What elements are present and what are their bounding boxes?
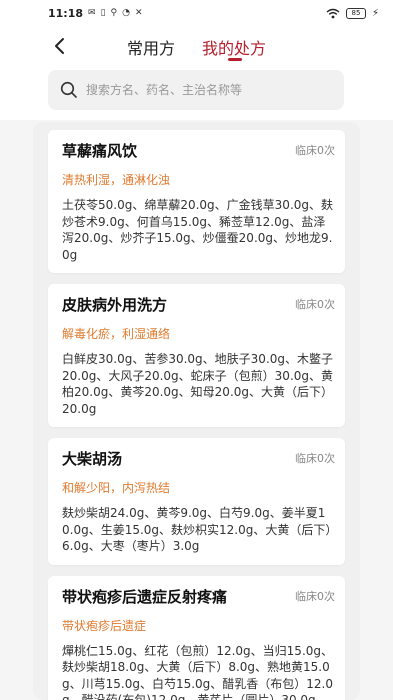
top-navigation: 常用方 我的处方 — [0, 26, 393, 66]
prescription-title: 大柴胡汤 — [62, 450, 123, 468]
status-left: 11:18 ✉ ▯ ⚲ ◔ ✕ — [48, 7, 143, 20]
search-icon — [60, 81, 77, 98]
prescription-title: 带状疱疹后遗症反射疼痛 — [62, 587, 228, 606]
charging-icon: ⚡ — [371, 7, 379, 19]
search-input[interactable] — [86, 83, 326, 97]
prescription-card[interactable]: 草薢痛风饮 临床0次 清热利湿，通淋化浊 土茯苓50.0g、绵草薢20.0g、广… — [48, 130, 345, 273]
prescription-card[interactable]: 皮肤病外用洗方 临床0次 解毒化瘀，利湿通络 白鲜皮30.0g、苦参30.0g、… — [48, 284, 345, 427]
prescription-title: 草薢痛风饮 — [62, 142, 138, 160]
prescription-ingredients: 燀桃仁15.0g、红花（包煎）12.0g、当归15.0g、麸炒柴胡18.0g、大… — [62, 643, 334, 700]
prescription-effect: 解毒化瘀，利湿通络 — [62, 327, 171, 341]
chevron-left-icon — [55, 38, 64, 54]
prescription-list: 草薢痛风饮 临床0次 清热利湿，通淋化浊 土茯苓50.0g、绵草薢20.0g、广… — [33, 122, 360, 700]
usb-icon: ⚲ — [110, 8, 118, 18]
clinical-count: 临床0次 — [295, 452, 335, 465]
search-bar[interactable] — [48, 70, 344, 110]
status-time: 11:18 — [48, 6, 84, 20]
card-header: 草薢痛风饮 临床0次 — [62, 140, 335, 162]
prescription-title: 皮肤病外用洗方 — [62, 296, 168, 314]
battery-icon: 85 — [345, 7, 366, 19]
prescription-ingredients: 土茯苓50.0g、绵草薢20.0g、广金钱草30.0g、麸炒苍术9.0g、何首乌… — [62, 198, 334, 262]
prescription-effect: 清热利湿，通淋化浊 — [62, 173, 171, 187]
back-button[interactable] — [48, 34, 72, 58]
prescription-ingredients: 麸炒柴胡24.0g、黄芩9.0g、白芍9.0g、姜半夏10.0g、生姜15.0g… — [62, 506, 332, 553]
prescription-effect: 和解少阳，内泻热结 — [62, 481, 171, 495]
prescription-card[interactable]: 带状疱疹后遗症反射疼痛 临床0次 带状疱疹后遗症 燀桃仁15.0g、红花（包煎）… — [48, 575, 345, 700]
clock-icon: ◔ — [122, 8, 130, 18]
card-header: 大柴胡汤 临床0次 — [62, 448, 335, 470]
tools-icon: ✕ — [134, 8, 143, 18]
clinical-count: 临床0次 — [295, 298, 335, 311]
tab-my-prescriptions[interactable]: 我的处方 — [202, 35, 266, 59]
prescription-ingredients: 白鲜皮30.0g、苦参30.0g、地肤子30.0g、木鳖子20.0g、大风子20… — [62, 352, 334, 416]
wifi-icon — [326, 8, 340, 18]
clinical-count: 临床0次 — [295, 589, 335, 603]
prescription-card[interactable]: 大柴胡汤 临床0次 和解少阳，内泻热结 麸炒柴胡24.0g、黄芩9.0g、白芍9… — [48, 438, 345, 565]
tab-common-prescriptions[interactable]: 常用方 — [127, 35, 175, 59]
message-icon: ✉ — [88, 8, 96, 18]
card-header: 皮肤病外用洗方 临床0次 — [62, 294, 335, 316]
card-header: 带状疱疹后遗症反射疼痛 临床0次 — [62, 586, 335, 608]
active-tab-indicator — [228, 58, 242, 61]
phone-icon: ▯ — [100, 8, 106, 18]
prescription-effect: 带状疱疹后遗症 — [62, 618, 147, 633]
search-section — [0, 66, 393, 120]
status-bar: 11:18 ✉ ▯ ⚲ ◔ ✕ 85 ⚡ — [0, 0, 393, 26]
status-right: 85 ⚡ — [326, 7, 379, 19]
clinical-count: 临床0次 — [295, 144, 335, 157]
